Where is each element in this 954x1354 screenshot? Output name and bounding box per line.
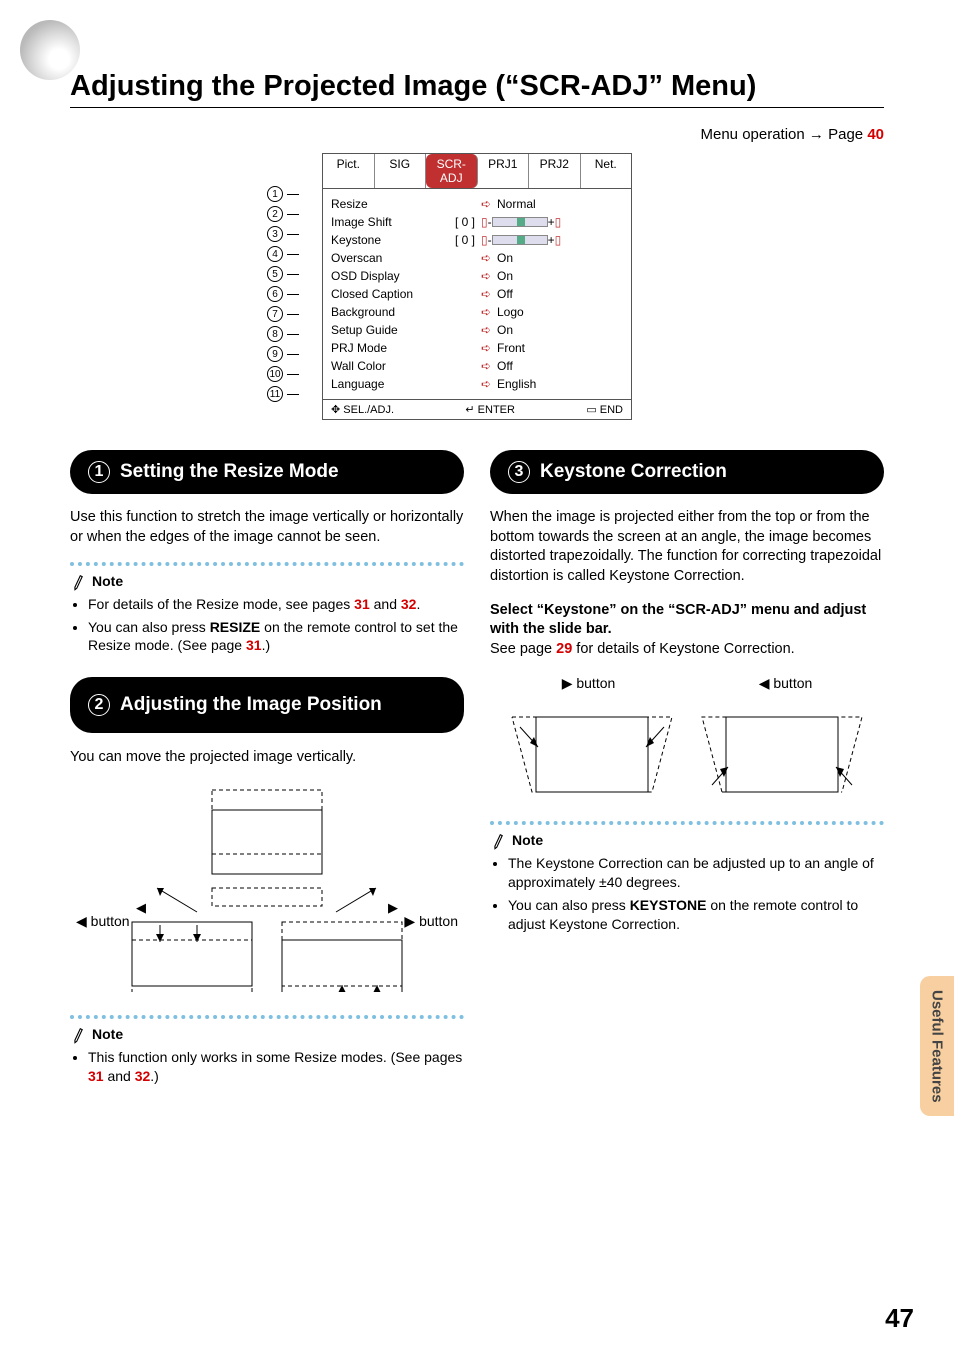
section-1-header: 1Setting the Resize Mode (70, 450, 464, 494)
section-3-header: 3Keystone Correction (490, 450, 884, 494)
corner-decoration (20, 20, 80, 80)
osd-item-marker: 5 (267, 265, 299, 283)
section-1-body: Use this function to stretch the image v… (70, 508, 464, 547)
menu-operation-ref: Menu operation → Page 40 (70, 126, 884, 143)
osd-item-marker: 3 (267, 225, 299, 243)
osd-item-marker: 1 (267, 185, 299, 203)
note-heading: Note (70, 1025, 464, 1044)
chapter-tab: Useful Features (920, 976, 954, 1116)
page-number: 47 (885, 1303, 914, 1334)
osd-row: OSD Display➪On (331, 267, 623, 285)
osd-row: Closed Caption➪Off (331, 285, 623, 303)
note-list-2: This function only works in some Resize … (70, 1048, 464, 1086)
note-heading: Note (490, 831, 884, 850)
osd-row: Setup Guide➪On (331, 321, 623, 339)
osd-row: PRJ Mode➪Front (331, 339, 623, 357)
osd-item-marker: 7 (267, 305, 299, 323)
osd-row: Background➪Logo (331, 303, 623, 321)
osd-row: Keystone[ 0 ]▯ - + ▯ (331, 231, 623, 249)
note-list-1: For details of the Resize mode, see page… (70, 595, 464, 656)
note-list-3: The Keystone Correction can be adjusted … (490, 854, 884, 934)
osd-item-marker: 9 (267, 345, 299, 363)
section-2-body: You can move the projected image vertica… (70, 748, 464, 768)
osd-tab: Pict. (323, 154, 375, 188)
osd-tab: SCR-ADJ (426, 154, 478, 188)
osd-row: Image Shift[ 0 ]▯ - + ▯ (331, 213, 623, 231)
osd-item-marker: 10 (267, 365, 299, 383)
osd-row: Language➪English (331, 375, 623, 393)
osd-item-marker: 11 (267, 385, 299, 403)
osd-item-marker: 4 (267, 245, 299, 263)
osd-row: Wall Color➪Off (331, 357, 623, 375)
section-2-header: 2Adjusting the Image Position (70, 677, 464, 733)
svg-text:▶: ▶ (388, 900, 398, 915)
section-3-body: When the image is projected either from … (490, 508, 884, 586)
osd-item-marker: 8 (267, 325, 299, 343)
osd-item-marker: 2 (267, 205, 299, 223)
osd-menu-screenshot: 1234567891011 Pict.SIGSCR-ADJPRJ1PRJ2Net… (297, 153, 657, 420)
osd-tab: SIG (375, 154, 427, 188)
osd-tab: PRJ2 (529, 154, 581, 188)
pencil-icon (67, 1023, 90, 1046)
osd-row: Resize➪Normal (331, 195, 623, 213)
pencil-icon (487, 829, 510, 852)
pencil-icon (67, 570, 90, 593)
page-title: Adjusting the Projected Image (“SCR-ADJ”… (70, 70, 884, 108)
osd-row: Overscan➪On (331, 249, 623, 267)
osd-tab: Net. (581, 154, 632, 188)
osd-item-marker: 6 (267, 285, 299, 303)
note-heading: Note (70, 572, 464, 591)
section-3-instruction: Select “Keystone” on the “SCR-ADJ” menu … (490, 601, 884, 660)
svg-text:◀: ◀ (136, 900, 146, 915)
keystone-diagram (502, 697, 872, 807)
osd-tab: PRJ1 (478, 154, 530, 188)
